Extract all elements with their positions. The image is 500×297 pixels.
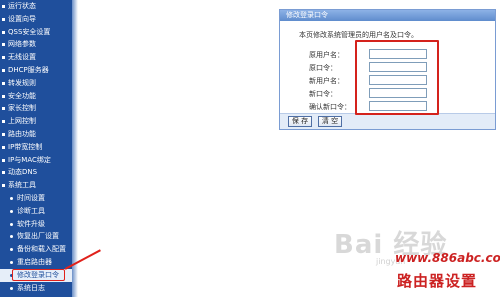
bullet-icon — [10, 196, 13, 200]
sidebar-item[interactable]: 家长控制 — [0, 102, 72, 115]
sidebar-item[interactable]: 诊断工具 — [0, 205, 72, 218]
plus-icon — [2, 132, 5, 136]
router-admin-page: 运行状态设置向导 QSS安全设置 网络参数无线设置 DHCP服务器 转发规则安全功能家长… — [0, 0, 500, 297]
sidebar-item[interactable]: 恢复出厂设置 — [0, 230, 72, 243]
bullet-icon — [10, 260, 13, 264]
sidebar-item[interactable]: 时间设置 — [0, 192, 72, 205]
sidebar-item[interactable]: 网络参数 — [0, 38, 72, 51]
bullet-icon — [10, 286, 13, 290]
plus-icon — [2, 184, 5, 188]
field-label: 新口令： — [309, 90, 337, 98]
sidebar-item-label: 恢复出厂设置 — [17, 232, 59, 241]
plus-icon — [2, 17, 5, 21]
sidebar-item-label: 备份和载入配置 — [17, 245, 66, 254]
sidebar-item[interactable]: DHCP服务器 — [0, 64, 72, 77]
sidebar-item[interactable]: 重启路由器 — [0, 256, 72, 269]
sidebar-item-label: 系统日志 — [17, 283, 45, 292]
sidebar-item-label: 上网控制 — [8, 117, 36, 126]
annotation-red-frame — [355, 40, 439, 115]
sidebar-item[interactable]: QSS安全设置 — [0, 26, 72, 39]
sidebar-menu: 运行状态设置向导 QSS安全设置 网络参数无线设置 DHCP服务器 转发规则安全功能家长… — [0, 0, 72, 297]
sidebar-item-label: 重启路由器 — [17, 257, 52, 266]
plus-icon — [2, 5, 5, 8]
sidebar-item-label: DHCP服务器 — [8, 65, 49, 74]
sidebar-item[interactable]: 动态DNS — [0, 166, 72, 179]
sidebar-item-label: 时间设置 — [17, 193, 45, 202]
sidebar-item-label: 软件升级 — [17, 219, 45, 228]
plus-icon — [2, 43, 5, 47]
sidebar-item-label: 转发规则 — [8, 78, 36, 87]
plus-icon — [2, 81, 5, 85]
sidebar-item-label: 修改登录口令 — [17, 270, 59, 279]
sidebar-item-label: 诊断工具 — [17, 206, 45, 215]
plus-icon — [2, 94, 5, 98]
sidebar-item[interactable]: 安全功能 — [0, 90, 72, 103]
field-label: 原用户名： — [309, 51, 344, 59]
sidebar-edge — [72, 0, 78, 297]
site-url-watermark: www.886abc.com — [395, 251, 500, 265]
sidebar-item-label: 家长控制 — [8, 104, 36, 113]
sidebar-item[interactable]: 路由功能 — [0, 128, 72, 141]
sidebar-item-label: IP与MAC绑定 — [8, 155, 51, 164]
bullet-icon — [10, 209, 13, 213]
bullet-icon — [10, 248, 13, 252]
sidebar-item[interactable]: 设置向导 — [0, 13, 72, 26]
sidebar-item-label: 运行状态 — [8, 2, 36, 10]
field-label: 确认新口令： — [309, 103, 351, 111]
sidebar-item[interactable]: IP带宽控制 — [0, 141, 72, 154]
plus-icon — [2, 120, 5, 124]
sidebar-item-label: QSS安全设置 — [8, 27, 51, 36]
field-label: 原口令： — [309, 64, 337, 72]
plus-icon — [2, 107, 5, 111]
sidebar-item-label: 网络参数 — [8, 40, 36, 49]
menu-list: 运行状态设置向导 QSS安全设置 网络参数无线设置 DHCP服务器 转发规则安全功能家长… — [0, 0, 72, 294]
sidebar-item-label: 设置向导 — [8, 14, 36, 23]
clear-button[interactable]: 清 空 — [318, 116, 342, 127]
sidebar-item-label: 安全功能 — [8, 91, 36, 100]
sidebar-item[interactable]: IP与MAC绑定 — [0, 154, 72, 167]
sidebar-item-label: 动态DNS — [8, 168, 38, 177]
sidebar-item[interactable]: 上网控制 — [0, 115, 72, 128]
sidebar-item-label: IP带宽控制 — [8, 142, 43, 151]
sidebar-item[interactable]: 备份和载入配置 — [0, 243, 72, 256]
plus-icon — [2, 30, 5, 34]
sidebar-item[interactable]: 无线设置 — [0, 51, 72, 64]
panel-title: 修改登录口令 — [280, 10, 495, 21]
plus-icon — [2, 56, 5, 60]
sidebar-item-label: 系统工具 — [8, 181, 36, 190]
plus-icon — [2, 171, 5, 175]
sidebar-item[interactable]: 转发规则 — [0, 77, 72, 90]
sidebar-item-label: 路由功能 — [8, 129, 36, 138]
bullet-icon — [10, 222, 13, 226]
plus-icon — [2, 68, 5, 72]
sidebar-item[interactable]: 系统日志 — [0, 282, 72, 295]
sidebar-item-label: 无线设置 — [8, 53, 36, 62]
field-label: 新用户名： — [309, 77, 344, 85]
panel-description: 本页修改系统管理员的用户名及口令。 — [299, 31, 418, 39]
bullet-icon — [10, 235, 13, 239]
site-name-watermark: 路由器设置 — [397, 272, 478, 290]
bullet-icon — [10, 273, 13, 277]
sidebar-item[interactable]: 修改登录口令 — [0, 268, 72, 282]
plus-icon — [2, 158, 5, 162]
sidebar-item[interactable]: 系统工具 — [0, 179, 72, 192]
sidebar-item[interactable]: 运行状态 — [0, 0, 72, 13]
plus-icon — [2, 145, 5, 149]
panel-footer: 保 存 清 空 — [280, 113, 495, 129]
save-button[interactable]: 保 存 — [288, 116, 312, 127]
sidebar-item[interactable]: 软件升级 — [0, 218, 72, 231]
